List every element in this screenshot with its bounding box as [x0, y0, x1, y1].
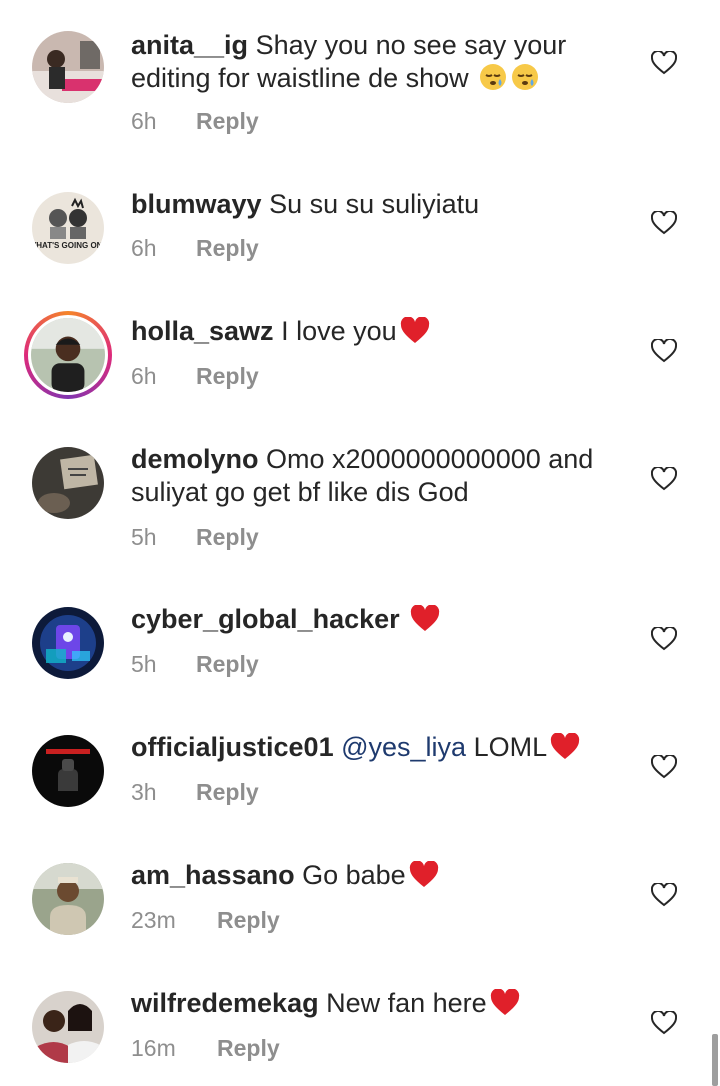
- comment-time: 5h: [131, 651, 157, 677]
- reply-button[interactable]: Reply: [217, 907, 280, 934]
- comment-username[interactable]: blumwayy: [131, 189, 262, 219]
- comment-username[interactable]: wilfredemekag: [131, 988, 319, 1018]
- comment-meta: 6h Reply: [131, 363, 259, 390]
- comment-body: Su su su suliyiatu: [269, 189, 480, 219]
- red-heart-emoji: [489, 988, 521, 1025]
- comment-meta: 23m Reply: [131, 907, 280, 934]
- comment-text: officialjustice01 @yes_liya LOML: [131, 731, 631, 769]
- comment-time: 16m: [131, 1035, 176, 1061]
- avatar[interactable]: [32, 991, 104, 1063]
- comment-meta: 6h Reply: [131, 108, 259, 135]
- like-heart-icon[interactable]: [650, 209, 678, 235]
- comment-text: anita__ig Shay you no see say your editi…: [131, 29, 631, 100]
- comment-text: blumwayy Su su su suliyiatu: [131, 188, 631, 221]
- comment-time: 6h: [131, 235, 157, 261]
- sleepy-face-emoji: [510, 62, 540, 100]
- sleepy-face-emoji: [478, 62, 508, 100]
- comment-body: New fan here: [326, 988, 487, 1018]
- red-heart-emoji: [549, 732, 581, 769]
- comment-username[interactable]: holla_sawz: [131, 316, 274, 346]
- reply-button[interactable]: Reply: [196, 524, 259, 551]
- red-heart-emoji: [409, 604, 441, 641]
- avatar[interactable]: [32, 31, 104, 103]
- comment-username[interactable]: demolyno: [131, 444, 259, 474]
- comment-username[interactable]: cyber_global_hacker: [131, 604, 400, 634]
- reply-button[interactable]: Reply: [196, 651, 259, 678]
- comment-text: cyber_global_hacker: [131, 603, 631, 641]
- red-heart-emoji: [399, 316, 431, 353]
- reply-button[interactable]: Reply: [217, 1035, 280, 1062]
- reply-button[interactable]: Reply: [196, 108, 259, 135]
- comment-time: 3h: [131, 779, 157, 805]
- like-heart-icon[interactable]: [650, 625, 678, 651]
- reply-button[interactable]: Reply: [196, 363, 259, 390]
- avatar[interactable]: [32, 607, 104, 679]
- avatar[interactable]: WHAT'S GOING ON?: [32, 192, 104, 264]
- avatar[interactable]: [32, 863, 104, 935]
- comment-time: 5h: [131, 524, 157, 550]
- avatar[interactable]: [32, 447, 104, 519]
- comment-text: demolyno Omo x2000000000000 and suliyat …: [131, 443, 631, 509]
- like-heart-icon[interactable]: [650, 337, 678, 363]
- comment-meta: 16m Reply: [131, 1035, 280, 1062]
- mention-link[interactable]: @yes_liya: [341, 732, 466, 762]
- comment-time: 6h: [131, 363, 157, 389]
- comment-username[interactable]: officialjustice01: [131, 732, 334, 762]
- comment-body: LOML: [473, 732, 548, 762]
- comment-time: 23m: [131, 907, 176, 933]
- comment-body: Go babe: [302, 860, 406, 890]
- like-heart-icon[interactable]: [650, 881, 678, 907]
- like-heart-icon[interactable]: [650, 1009, 678, 1035]
- avatar[interactable]: [32, 735, 104, 807]
- like-heart-icon[interactable]: [650, 753, 678, 779]
- comment-meta: 3h Reply: [131, 779, 259, 806]
- comment-time: 6h: [131, 108, 157, 134]
- comment-body: I love you: [281, 316, 397, 346]
- comment-meta: 5h Reply: [131, 524, 259, 551]
- scrollbar[interactable]: [712, 1034, 718, 1086]
- like-heart-icon[interactable]: [650, 49, 678, 75]
- story-ring: [28, 315, 108, 395]
- avatar-caption: WHAT'S GOING ON?: [32, 241, 104, 250]
- avatar[interactable]: [24, 311, 112, 399]
- reply-button[interactable]: Reply: [196, 779, 259, 806]
- comment-username[interactable]: am_hassano: [131, 860, 295, 890]
- red-heart-emoji: [408, 860, 440, 897]
- reply-button[interactable]: Reply: [196, 235, 259, 262]
- like-heart-icon[interactable]: [650, 465, 678, 491]
- comment-text: holla_sawz I love you: [131, 315, 631, 353]
- comment-text: wilfredemekag New fan here: [131, 987, 631, 1025]
- comment-meta: 6h Reply: [131, 235, 259, 262]
- comment-text: am_hassano Go babe: [131, 859, 631, 897]
- comment-meta: 5h Reply: [131, 651, 259, 678]
- comment-username[interactable]: anita__ig: [131, 30, 248, 60]
